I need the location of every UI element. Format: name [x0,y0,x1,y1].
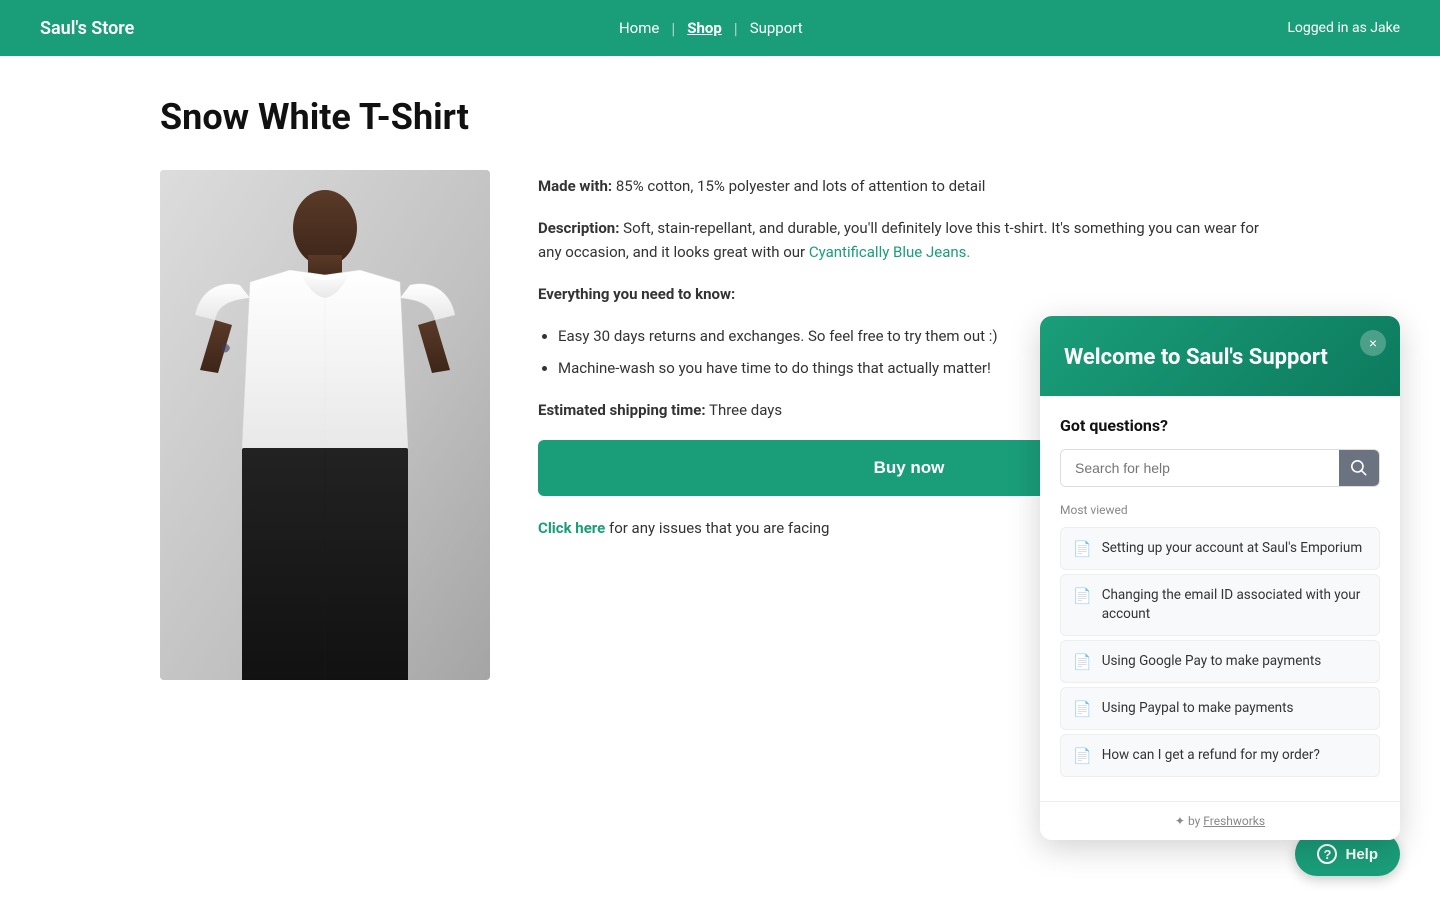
blue-jeans-link[interactable]: Cyantifically Blue Jeans. [809,243,971,261]
help-item-icon-2: 📄 [1073,653,1092,671]
help-item-3[interactable]: 📄 Using Paypal to make payments [1060,687,1380,730]
everything-label: Everything you need to know: [538,282,1280,306]
widget-close-button[interactable]: × [1360,330,1386,356]
widget-title: Welcome to Saul's Support [1064,344,1376,373]
widget-inner: Got questions? Most viewed 📄 Setting up … [1040,396,1400,801]
store-brand: Saul's Store [40,18,134,39]
shipping-label: Estimated shipping time: [538,401,706,419]
made-with-text: Made with: 85% cotton, 15% polyester and… [538,174,1280,198]
freshworks-link[interactable]: Freshworks [1203,814,1265,828]
help-item-0[interactable]: 📄 Setting up your account at Saul's Empo… [1060,527,1380,570]
most-viewed-label: Most viewed [1060,503,1380,517]
help-item-4[interactable]: 📄 How can I get a refund for my order? [1060,734,1380,777]
nav-support[interactable]: Support [750,19,803,37]
help-item-icon-0: 📄 [1073,540,1092,558]
help-fab-icon: ? [1317,844,1337,864]
nav-home[interactable]: Home [619,19,659,37]
help-item-icon-4: 📄 [1073,747,1092,765]
logged-in-user: Logged in as Jake [1287,20,1400,36]
search-input[interactable] [1061,450,1339,486]
widget-footer: ✦ by Freshworks [1040,801,1400,840]
navbar: Saul's Store Home | Shop | Support Logge… [0,0,1440,56]
help-fab-label: Help [1345,846,1378,863]
help-item-text-0: Setting up your account at Saul's Empori… [1102,539,1363,558]
support-widget: Welcome to Saul's Support × Got question… [1040,316,1400,840]
search-row [1060,449,1380,487]
made-with-label: Made with: [538,177,612,195]
nav-links: Home | Shop | Support [619,19,803,38]
search-button[interactable] [1339,450,1379,486]
help-item-2[interactable]: 📄 Using Google Pay to make payments [1060,640,1380,683]
search-icon [1351,460,1367,476]
help-item-icon-1: 📄 [1073,587,1092,605]
nav-sep-1: | [671,19,675,38]
widget-body: Got questions? Most viewed 📄 Setting up … [1040,396,1400,840]
product-image-svg [160,170,490,680]
help-item-icon-3: 📄 [1073,700,1092,718]
description-label: Description: [538,219,619,237]
description-text: Description: Soft, stain-repellant, and … [538,216,1280,264]
product-image [160,170,490,680]
click-here-link[interactable]: Click here [538,519,605,537]
got-questions-label: Got questions? [1060,416,1380,435]
footer-icon: ✦ [1175,814,1188,828]
help-item-text-3: Using Paypal to make payments [1102,699,1294,718]
help-item-1[interactable]: 📄 Changing the email ID associated with … [1060,574,1380,636]
footer-prefix: by [1188,814,1203,828]
page-title: Snow White T-Shirt [160,96,1280,138]
help-item-text-4: How can I get a refund for my order? [1102,746,1320,765]
help-item-text-1: Changing the email ID associated with yo… [1102,586,1367,624]
help-items-list: 📄 Setting up your account at Saul's Empo… [1060,527,1380,777]
widget-header: Welcome to Saul's Support × [1040,316,1400,397]
nav-shop[interactable]: Shop [687,19,722,37]
help-item-text-2: Using Google Pay to make payments [1102,652,1322,671]
nav-sep-2: | [734,19,738,38]
